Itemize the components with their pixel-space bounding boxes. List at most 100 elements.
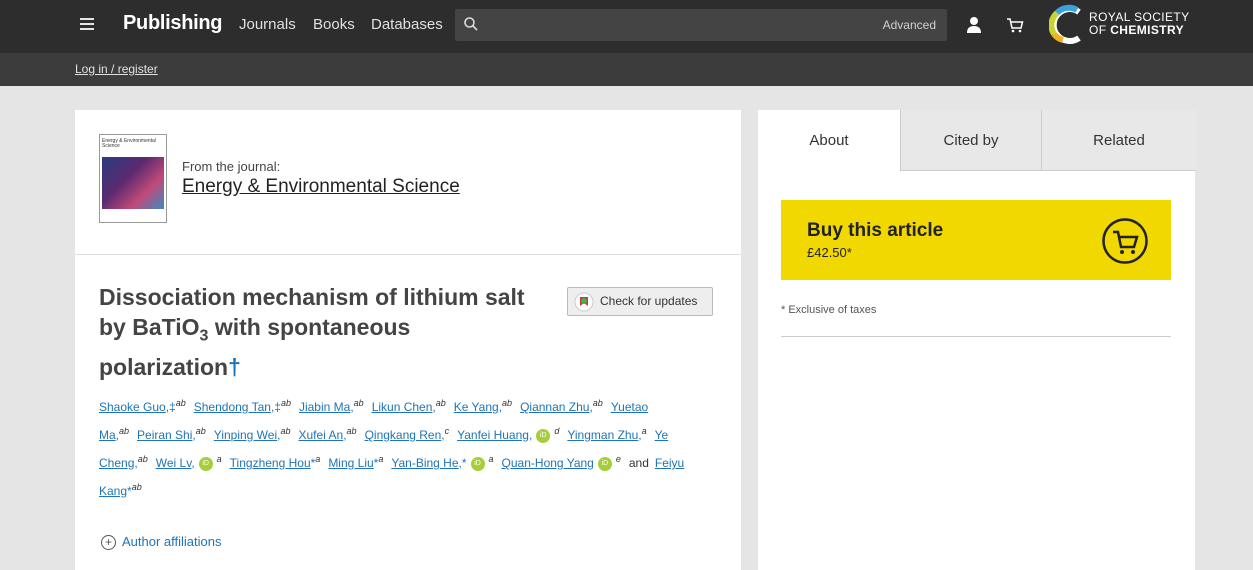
author-entry: Tingzheng Hou*a xyxy=(230,454,321,470)
orcid-icon[interactable]: iD xyxy=(597,456,612,471)
buy-article-button[interactable]: Buy this article £42.50* xyxy=(781,200,1171,280)
author-link[interactable]: Shaoke Guo xyxy=(99,400,166,414)
check-for-updates-button[interactable]: Check for updates xyxy=(567,287,713,316)
author-entry: Wei Lv, iD a xyxy=(156,454,222,471)
plus-circle-icon: + xyxy=(101,535,116,551)
author-affiliation-marker: ab xyxy=(435,398,446,408)
cover-art xyxy=(102,157,164,209)
rsc-logo-icon[interactable] xyxy=(1048,4,1087,51)
brand-publishing[interactable]: Publishing xyxy=(123,12,223,35)
tab-about[interactable]: About xyxy=(758,110,900,170)
author-affiliations-toggle[interactable]: + Author affiliations xyxy=(101,534,222,551)
cart-icon[interactable] xyxy=(1006,17,1024,38)
author-affiliations-label: Author affiliations xyxy=(122,534,222,549)
author-link[interactable]: Xufei An xyxy=(299,428,344,442)
crossmark-icon xyxy=(574,292,594,317)
menu-icon[interactable] xyxy=(80,18,94,30)
author-link[interactable]: Peiran Shi xyxy=(137,428,192,442)
author-mark: ,* xyxy=(458,456,467,470)
author-link[interactable]: Shendong Tan xyxy=(194,400,271,414)
search-input[interactable] xyxy=(489,15,873,37)
journal-name-link[interactable]: Energy & Environmental Science xyxy=(182,176,460,198)
search-icon[interactable] xyxy=(463,16,479,37)
author-entry: Likun Chen,ab xyxy=(372,398,446,414)
author-entry: Shaoke Guo,‡ab xyxy=(99,398,186,414)
orcid-icon[interactable]: iD xyxy=(470,456,485,471)
author-affiliation-marker: ab xyxy=(195,426,206,436)
journal-info: Energy & Environmental Science From the … xyxy=(75,110,741,255)
author-affiliation-marker: d xyxy=(554,426,560,436)
orcid-icon[interactable]: iD xyxy=(198,456,213,471)
author-affiliation-marker: ab xyxy=(502,398,513,408)
author-entry: Peiran Shi,ab xyxy=(137,426,206,442)
author-link[interactable]: Qiannan Zhu xyxy=(520,400,589,414)
authors-and: and xyxy=(628,456,649,470)
author-link[interactable]: Ming Liu xyxy=(328,456,373,470)
author-entry: Yingman Zhu,a xyxy=(567,426,647,442)
author-link[interactable]: Ke Yang xyxy=(454,400,499,414)
rsc-logo-text[interactable]: ROYAL SOCIETY OF CHEMISTRY xyxy=(1089,11,1190,37)
author-link[interactable]: Yingman Zhu xyxy=(567,428,638,442)
author-entry: Ke Yang,ab xyxy=(454,398,513,414)
author-mark: * xyxy=(127,484,132,498)
author-link[interactable]: Tingzheng Hou xyxy=(230,456,311,470)
author-affiliation-marker: a xyxy=(216,454,222,464)
author-entry: Jiabin Ma,ab xyxy=(299,398,364,414)
author-affiliation-marker: a xyxy=(315,454,321,464)
divider xyxy=(781,336,1171,337)
author-affiliation-marker: ab xyxy=(119,426,130,436)
author-affiliation-marker: ab xyxy=(280,426,291,436)
author-mark: , xyxy=(191,456,195,470)
nav-journals[interactable]: Journals xyxy=(239,16,296,33)
cover-title: Energy & Environmental Science xyxy=(102,138,156,149)
advanced-search-link[interactable]: Advanced xyxy=(883,18,936,32)
author-link[interactable]: Yinping Wei xyxy=(214,428,277,442)
author-entry: Xufei An,ab xyxy=(299,426,357,442)
author-entry: Yan-Bing He,* iD a xyxy=(391,454,494,471)
author-mark: , xyxy=(528,428,533,442)
author-link[interactable]: Likun Chen xyxy=(372,400,433,414)
logo-line-2-prefix: OF xyxy=(1089,23,1111,37)
user-icon[interactable] xyxy=(966,16,982,39)
author-affiliation-marker: ab xyxy=(346,426,357,436)
title-footnote-link[interactable]: † xyxy=(228,354,241,380)
author-link[interactable]: Yan-Bing He xyxy=(391,456,458,470)
author-affiliation-marker: c xyxy=(444,426,450,436)
author-mark: ,‡ xyxy=(165,400,176,414)
author-affiliation-marker: a xyxy=(378,454,384,464)
shopping-cart-icon xyxy=(1101,217,1149,270)
article-title: Dissociation mechanism of lithium salt b… xyxy=(99,282,549,382)
check-for-updates-label: Check for updates xyxy=(600,294,698,308)
author-affiliation-marker: a xyxy=(488,454,494,464)
author-link[interactable]: Qingkang Ren xyxy=(365,428,442,442)
author-entry: Ming Liu*a xyxy=(328,454,384,470)
author-link[interactable]: Quan-Hong Yang xyxy=(502,456,594,470)
journal-cover-image[interactable]: Energy & Environmental Science xyxy=(99,134,167,223)
article-card: Energy & Environmental Science From the … xyxy=(75,110,741,570)
author-affiliation-marker: e xyxy=(615,454,621,464)
author-entry: Quan-Hong Yang iD e xyxy=(502,454,621,471)
author-entry: Yanfei Huang, iD d xyxy=(457,426,560,443)
top-navigation-bar: Publishing Journals Books Databases Adva… xyxy=(0,0,1253,53)
nav-books[interactable]: Books xyxy=(313,16,355,33)
author-mark: ,‡ xyxy=(270,400,281,414)
author-entry: Shendong Tan,‡ab xyxy=(194,398,291,414)
taxes-note: * Exclusive of taxes xyxy=(781,304,877,316)
author-affiliation-marker: ab xyxy=(175,398,186,408)
search-bar: Advanced xyxy=(455,9,947,41)
logo-line-2-bold: CHEMISTRY xyxy=(1110,23,1185,37)
author-affiliation-marker: ab xyxy=(353,398,364,408)
author-affiliation-marker: a xyxy=(641,426,647,436)
orcid-icon[interactable]: iD xyxy=(536,428,551,443)
author-affiliation-marker: ab xyxy=(280,398,291,408)
author-entry: Qingkang Ren,c xyxy=(365,426,450,442)
login-register-link[interactable]: Log in / register xyxy=(75,62,158,76)
author-link[interactable]: Jiabin Ma xyxy=(299,400,350,414)
author-list: Shaoke Guo,‡ab Shendong Tan,‡ab Jiabin Ma,… xyxy=(99,393,719,505)
author-link[interactable]: Yanfei Huang xyxy=(457,428,529,442)
nav-databases[interactable]: Databases xyxy=(371,16,443,33)
author-link[interactable]: Wei Lv xyxy=(156,456,192,470)
tab-cited-by[interactable]: Cited by xyxy=(900,110,1041,171)
logo-line-2: OF CHEMISTRY xyxy=(1089,24,1190,37)
tab-related[interactable]: Related xyxy=(1041,110,1196,171)
